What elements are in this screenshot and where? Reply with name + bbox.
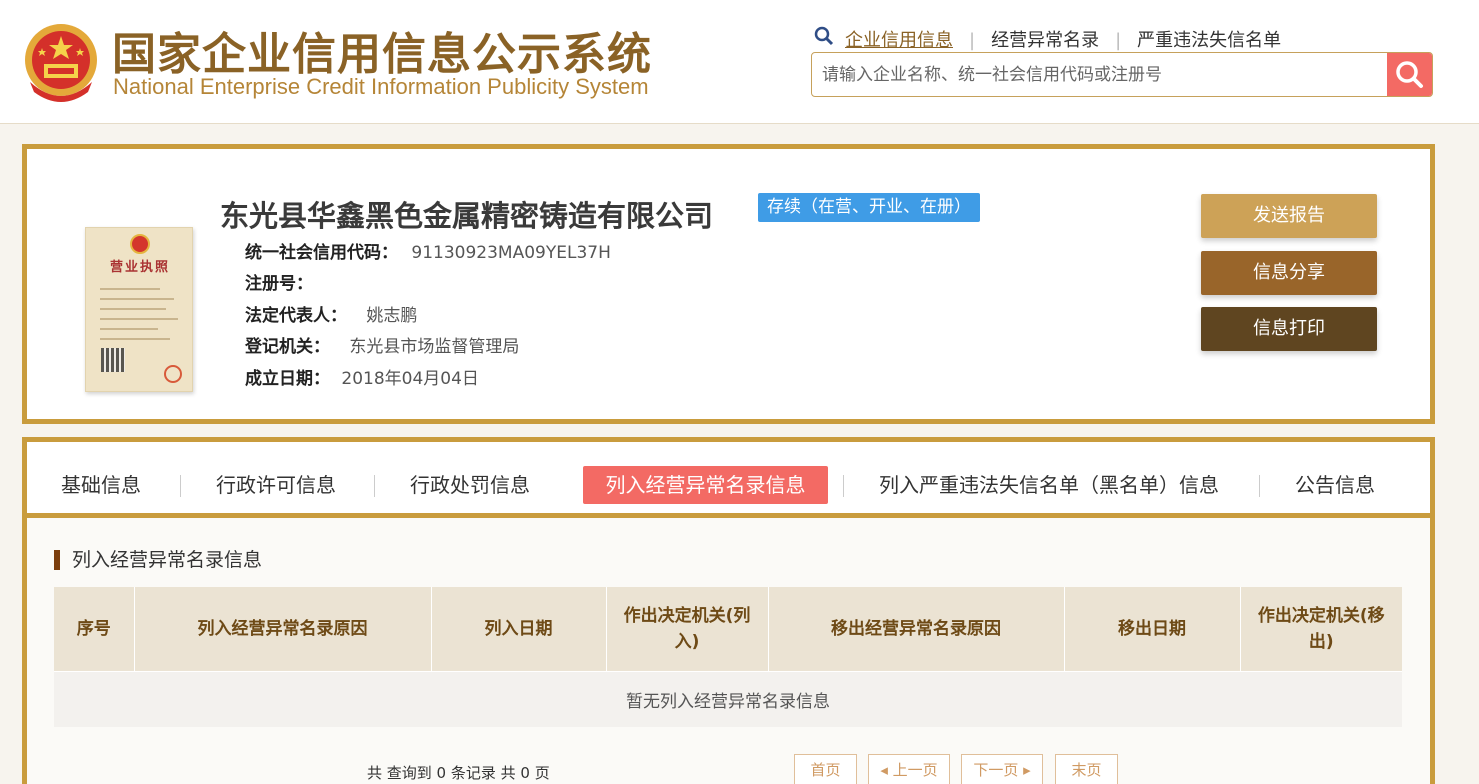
business-license-image[interactable]: 营业执照 [85,227,193,392]
info-row-authority: 登记机关： 东光县市场监督管理局 [245,332,519,357]
license-line [100,338,170,340]
search-input[interactable] [812,53,1387,96]
license-line [100,298,174,300]
column-header: 列入经营异常名录原因 [134,587,432,671]
search-button[interactable] [1387,53,1432,96]
search-icon [1396,61,1423,88]
status-badge: 存续（在营、开业、在册） [758,193,980,222]
license-line [100,318,178,320]
print-info-button[interactable]: 信息打印 [1201,307,1377,351]
pager-summary: 共 查询到 0 条记录 共 0 页 [367,764,550,782]
prev-page-button[interactable]: ◂ 上一页 [868,754,950,784]
info-value: 91130923MA09YEL37H [411,243,611,263]
tab-abnormal-list[interactable]: 列入经营异常名录信息 [583,466,828,504]
column-header: 列入日期 [431,587,607,671]
next-page-button[interactable]: 下一页 ▸ [961,754,1043,784]
tab-separator [374,475,375,497]
info-label: 登记机关： [245,337,330,357]
link-enterprise-credit[interactable]: 企业信用信息 [845,30,953,51]
license-line [100,328,158,330]
info-value: 2018年04月04日 [341,369,479,389]
license-emblem-icon [130,234,150,254]
tab-basic-info[interactable]: 基础信息 [61,466,141,504]
tab-admin-license[interactable]: 行政许可信息 [216,466,336,504]
tab-separator [1259,475,1260,497]
site-title-en: National Enterprise Credit Information P… [113,74,649,99]
national-emblem-icon [25,24,97,102]
column-header: 作出决定机关(移出) [1240,587,1402,671]
top-links: 企业信用信息 | 经营异常名录 | 严重违法失信名单 [845,26,1281,52]
column-header: 移出经营异常名录原因 [768,587,1065,671]
table-header-row: 序号 列入经营异常名录原因 列入日期 作出决定机关(列入) 移出经营异常名录原因… [54,587,1402,671]
link-blacklist[interactable]: 严重违法失信名单 [1137,30,1281,51]
search-box [811,52,1433,97]
empty-message: 暂无列入经营异常名录信息 [54,670,1402,727]
info-row-credit-code: 统一社会信用代码： 91130923MA09YEL37H [245,238,611,263]
info-label: 统一社会信用代码： [245,243,398,263]
license-line [100,308,166,310]
info-label: 注册号： [245,274,313,294]
column-header: 序号 [54,587,135,671]
info-row-legal-rep: 法定代表人： 姚志鹏 [245,301,417,326]
tab-announcements[interactable]: 公告信息 [1295,466,1375,504]
tab-admin-penalty[interactable]: 行政处罚信息 [410,466,530,504]
tab-separator [843,475,844,497]
link-abnormal-list[interactable]: 经营异常名录 [991,30,1099,51]
license-line [100,288,160,290]
company-card: 营业执照 东光县华鑫黑色金属精密铸造有限公司 存续（在营、开业、在册） 统一社会… [22,144,1435,424]
qr-code-icon [101,348,125,372]
share-info-button[interactable]: 信息分享 [1201,251,1377,295]
section-title: 列入经营异常名录信息 [54,550,262,570]
info-value: 东光县市场监督管理局 [349,337,520,357]
info-row-reg-number: 注册号： [245,269,313,294]
tab-blacklist[interactable]: 列入严重违法失信名单（黑名单）信息 [879,466,1219,504]
info-row-established: 成立日期： 2018年04月04日 [245,364,479,389]
site-title-cn: 国家企业信用信息公示系统 [112,29,652,80]
site-header: 国家企业信用信息公示系统 National Enterprise Credit … [0,0,1479,124]
info-label: 法定代表人： [245,306,347,326]
company-name: 东光县华鑫黑色金属精密铸造有限公司 [220,199,714,233]
info-value: 姚志鹏 [366,306,418,326]
send-report-button[interactable]: 发送报告 [1201,194,1377,238]
abnormal-list-table: 序号 列入经营异常名录原因 列入日期 作出决定机关(列入) 移出经营异常名录原因… [54,587,1402,727]
info-label: 成立日期： [245,369,330,389]
column-header: 移出日期 [1064,587,1241,671]
first-page-button[interactable]: 首页 [794,754,857,784]
table-row: 暂无列入经营异常名录信息 [54,670,1402,727]
link-separator: | [1115,30,1122,51]
tab-separator [180,475,181,497]
detail-panel: 基础信息 行政许可信息 行政处罚信息 列入经营异常名录信息 列入严重违法失信名单… [22,437,1435,784]
seal-icon [164,365,182,383]
magnifier-icon [814,26,834,46]
column-header: 作出决定机关(列入) [606,587,769,671]
last-page-button[interactable]: 末页 [1055,754,1118,784]
tab-bar: 基础信息 行政许可信息 行政处罚信息 列入经营异常名录信息 列入严重违法失信名单… [27,442,1430,518]
link-separator: | [969,30,976,51]
license-title: 营业执照 [109,260,170,275]
